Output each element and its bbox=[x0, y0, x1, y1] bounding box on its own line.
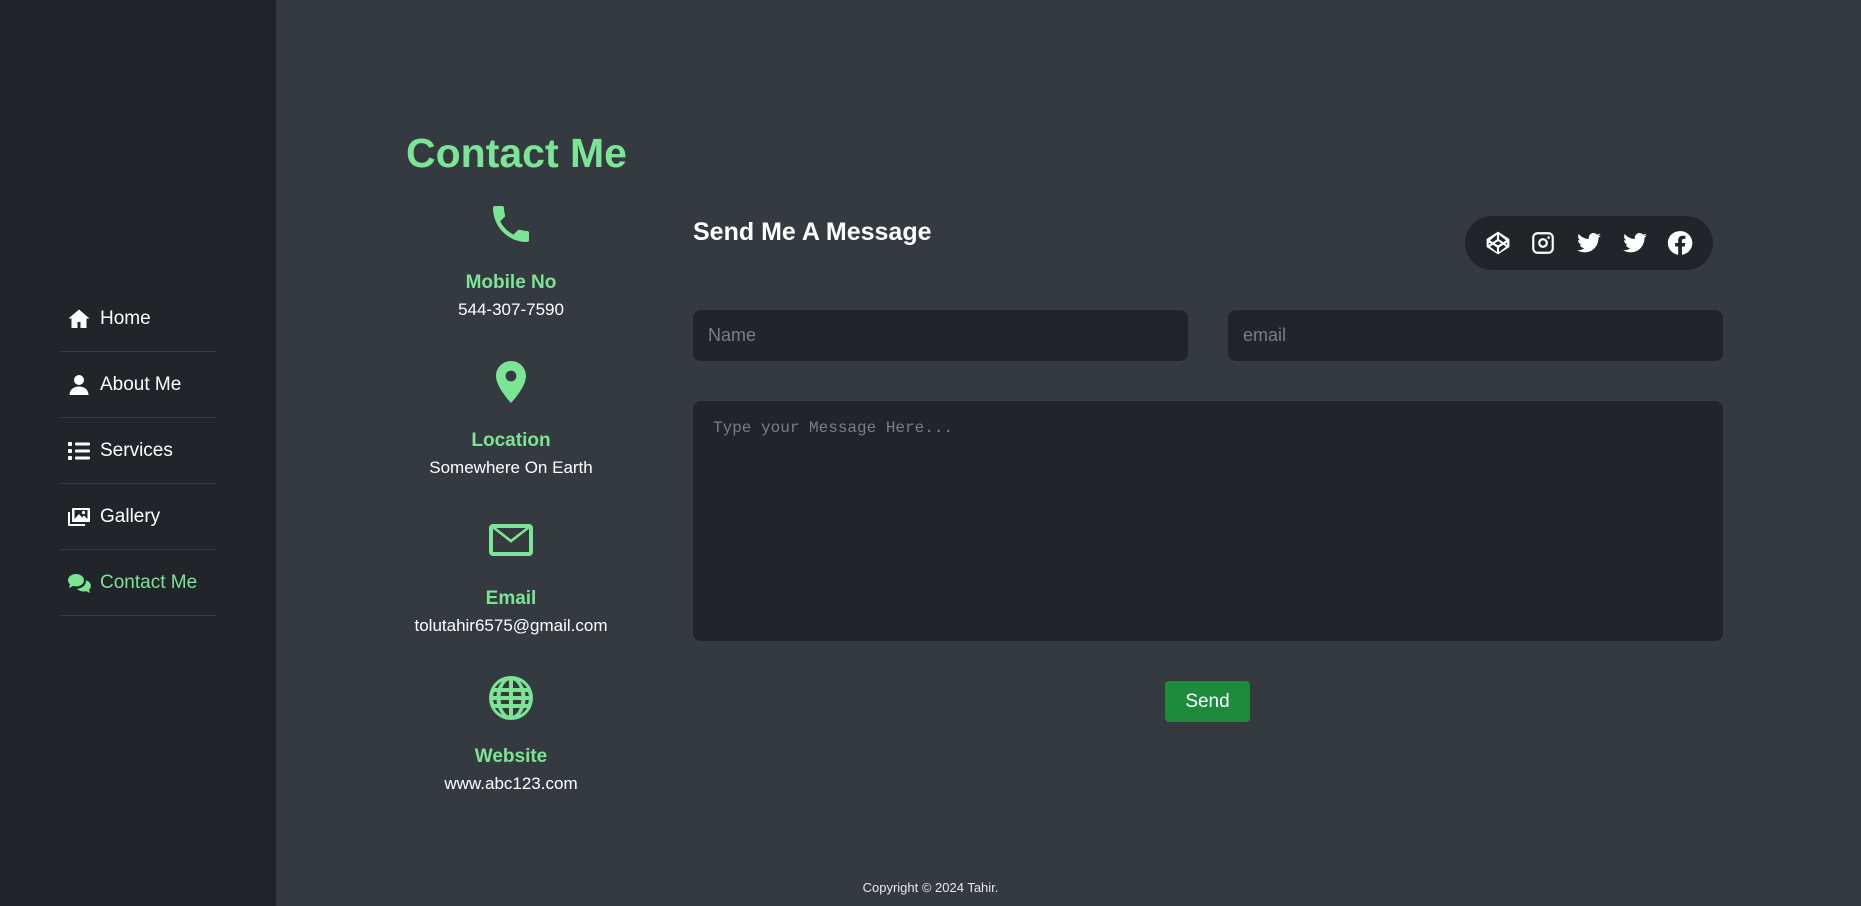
sidebar-item-services[interactable]: Services bbox=[60, 418, 216, 484]
social-links bbox=[1465, 216, 1713, 270]
sidebar-item-label: About Me bbox=[100, 373, 182, 395]
footer-copyright: Copyright © 2024 Tahir. bbox=[862, 880, 999, 895]
contact-info-label: Website bbox=[474, 746, 548, 767]
list-icon bbox=[66, 438, 92, 464]
contact-info-mobile: Mobile No 544-307-7590 bbox=[386, 200, 636, 358]
facebook-icon[interactable] bbox=[1666, 229, 1694, 257]
sidebar-item-about[interactable]: About Me bbox=[60, 352, 216, 418]
user-icon bbox=[66, 372, 92, 398]
sidebar-item-contact[interactable]: Contact Me bbox=[60, 550, 216, 616]
twitter-icon[interactable] bbox=[1621, 229, 1649, 257]
sidebar-item-label: Contact Me bbox=[100, 571, 198, 593]
sidebar-item-label: Home bbox=[100, 307, 151, 329]
email-field[interactable] bbox=[1228, 310, 1723, 361]
twitter-icon[interactable] bbox=[1575, 229, 1603, 257]
contact-info-email: Email tolutahir6575@gmail.com bbox=[386, 516, 636, 674]
sidebar-item-home[interactable]: Home bbox=[60, 286, 216, 352]
envelope-icon bbox=[487, 516, 535, 564]
form-title: Send Me A Message bbox=[693, 218, 932, 246]
codepen-icon[interactable] bbox=[1484, 229, 1512, 257]
sidebar-item-label: Gallery bbox=[100, 505, 161, 527]
contact-info-label: Email bbox=[485, 588, 537, 609]
sidebar-item-label: Services bbox=[100, 439, 173, 461]
main-content: Contact Me Mobile No 544-307-7590 Locati… bbox=[276, 0, 1861, 906]
instagram-icon[interactable] bbox=[1529, 229, 1557, 257]
home-icon bbox=[66, 306, 92, 332]
sidebar: Home About Me Services Gallery Contact M… bbox=[0, 0, 276, 906]
contact-info-location: Location Somewhere On Earth bbox=[386, 358, 636, 516]
name-field[interactable] bbox=[693, 310, 1188, 361]
phone-icon bbox=[487, 200, 535, 248]
location-pin-icon bbox=[487, 358, 535, 406]
send-button[interactable]: Send bbox=[1165, 681, 1250, 722]
sidebar-item-gallery[interactable]: Gallery bbox=[60, 484, 216, 550]
contact-info: Mobile No 544-307-7590 Location Somewher… bbox=[386, 200, 636, 832]
contact-info-value: tolutahir6575@gmail.com bbox=[414, 616, 608, 635]
sidebar-nav: Home About Me Services Gallery Contact M… bbox=[60, 286, 216, 616]
contact-info-value: www.abc123.com bbox=[444, 774, 578, 793]
globe-icon bbox=[487, 674, 535, 722]
page-title: Contact Me bbox=[406, 130, 627, 176]
contact-info-value: 544-307-7590 bbox=[458, 300, 564, 319]
comments-icon bbox=[66, 570, 92, 596]
images-icon bbox=[66, 504, 92, 530]
contact-info-value: Somewhere On Earth bbox=[429, 458, 593, 477]
contact-info-website: Website www.abc123.com bbox=[386, 674, 636, 832]
contact-info-label: Location bbox=[471, 430, 551, 451]
contact-info-label: Mobile No bbox=[465, 272, 557, 293]
message-textarea[interactable] bbox=[693, 401, 1723, 641]
